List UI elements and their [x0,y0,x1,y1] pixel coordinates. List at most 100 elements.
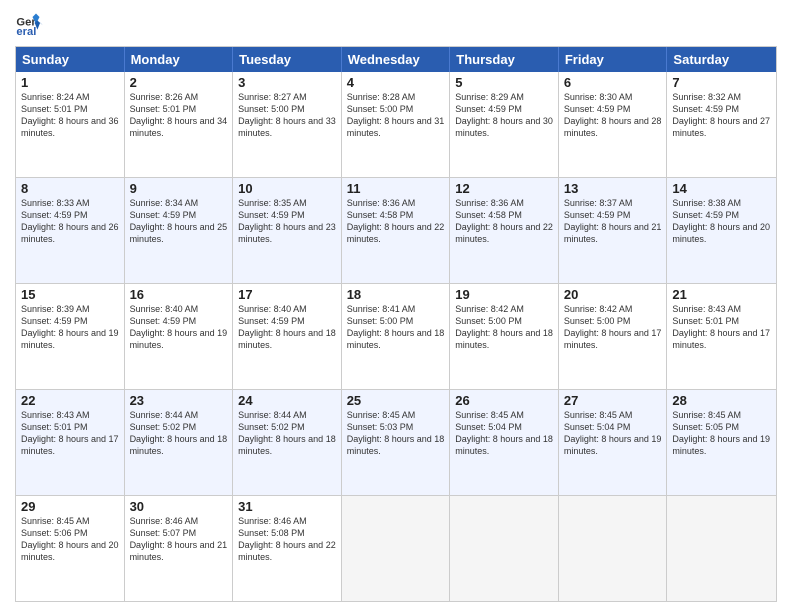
header-day-thursday: Thursday [450,47,559,72]
empty-cell [342,496,451,601]
day-info: Sunrise: 8:36 AMSunset: 4:58 PMDaylight:… [347,197,445,246]
day-number: 29 [21,499,119,514]
day-cell-15: 15 Sunrise: 8:39 AMSunset: 4:59 PMDaylig… [16,284,125,389]
day-cell-24: 24 Sunrise: 8:44 AMSunset: 5:02 PMDaylig… [233,390,342,495]
day-cell-17: 17 Sunrise: 8:40 AMSunset: 4:59 PMDaylig… [233,284,342,389]
day-cell-23: 23 Sunrise: 8:44 AMSunset: 5:02 PMDaylig… [125,390,234,495]
day-number: 14 [672,181,771,196]
day-info: Sunrise: 8:27 AMSunset: 5:00 PMDaylight:… [238,91,336,140]
day-number: 7 [672,75,771,90]
day-info: Sunrise: 8:44 AMSunset: 5:02 PMDaylight:… [130,409,228,458]
day-cell-26: 26 Sunrise: 8:45 AMSunset: 5:04 PMDaylig… [450,390,559,495]
day-cell-5: 5 Sunrise: 8:29 AMSunset: 4:59 PMDayligh… [450,72,559,177]
header-day-sunday: Sunday [16,47,125,72]
day-info: Sunrise: 8:42 AMSunset: 5:00 PMDaylight:… [455,303,553,352]
day-cell-16: 16 Sunrise: 8:40 AMSunset: 4:59 PMDaylig… [125,284,234,389]
logo: Gen eral [15,10,47,38]
day-cell-10: 10 Sunrise: 8:35 AMSunset: 4:59 PMDaylig… [233,178,342,283]
day-info: Sunrise: 8:41 AMSunset: 5:00 PMDaylight:… [347,303,445,352]
day-info: Sunrise: 8:24 AMSunset: 5:01 PMDaylight:… [21,91,119,140]
day-info: Sunrise: 8:46 AMSunset: 5:07 PMDaylight:… [130,515,228,564]
day-info: Sunrise: 8:46 AMSunset: 5:08 PMDaylight:… [238,515,336,564]
day-cell-29: 29 Sunrise: 8:45 AMSunset: 5:06 PMDaylig… [16,496,125,601]
logo-icon: Gen eral [15,10,43,38]
day-number: 24 [238,393,336,408]
calendar: SundayMondayTuesdayWednesdayThursdayFrid… [15,46,777,602]
day-cell-11: 11 Sunrise: 8:36 AMSunset: 4:58 PMDaylig… [342,178,451,283]
day-number: 2 [130,75,228,90]
day-number: 31 [238,499,336,514]
day-cell-7: 7 Sunrise: 8:32 AMSunset: 4:59 PMDayligh… [667,72,776,177]
day-number: 5 [455,75,553,90]
day-info: Sunrise: 8:42 AMSunset: 5:00 PMDaylight:… [564,303,662,352]
day-cell-28: 28 Sunrise: 8:45 AMSunset: 5:05 PMDaylig… [667,390,776,495]
day-info: Sunrise: 8:33 AMSunset: 4:59 PMDaylight:… [21,197,119,246]
day-info: Sunrise: 8:36 AMSunset: 4:58 PMDaylight:… [455,197,553,246]
day-number: 30 [130,499,228,514]
calendar-week-4: 22 Sunrise: 8:43 AMSunset: 5:01 PMDaylig… [16,389,776,495]
day-cell-21: 21 Sunrise: 8:43 AMSunset: 5:01 PMDaylig… [667,284,776,389]
day-number: 13 [564,181,662,196]
day-cell-8: 8 Sunrise: 8:33 AMSunset: 4:59 PMDayligh… [16,178,125,283]
day-cell-13: 13 Sunrise: 8:37 AMSunset: 4:59 PMDaylig… [559,178,668,283]
day-cell-18: 18 Sunrise: 8:41 AMSunset: 5:00 PMDaylig… [342,284,451,389]
empty-cell [450,496,559,601]
day-number: 1 [21,75,119,90]
day-info: Sunrise: 8:45 AMSunset: 5:06 PMDaylight:… [21,515,119,564]
day-number: 9 [130,181,228,196]
day-info: Sunrise: 8:45 AMSunset: 5:05 PMDaylight:… [672,409,771,458]
svg-text:eral: eral [16,26,36,38]
day-cell-2: 2 Sunrise: 8:26 AMSunset: 5:01 PMDayligh… [125,72,234,177]
day-number: 6 [564,75,662,90]
day-info: Sunrise: 8:39 AMSunset: 4:59 PMDaylight:… [21,303,119,352]
day-cell-4: 4 Sunrise: 8:28 AMSunset: 5:00 PMDayligh… [342,72,451,177]
calendar-week-2: 8 Sunrise: 8:33 AMSunset: 4:59 PMDayligh… [16,177,776,283]
day-number: 8 [21,181,119,196]
day-number: 18 [347,287,445,302]
day-number: 12 [455,181,553,196]
day-number: 17 [238,287,336,302]
day-info: Sunrise: 8:38 AMSunset: 4:59 PMDaylight:… [672,197,771,246]
day-cell-27: 27 Sunrise: 8:45 AMSunset: 5:04 PMDaylig… [559,390,668,495]
page: Gen eral SundayMondayTuesdayWednesdayThu… [0,0,792,612]
header-day-wednesday: Wednesday [342,47,451,72]
day-cell-3: 3 Sunrise: 8:27 AMSunset: 5:00 PMDayligh… [233,72,342,177]
day-info: Sunrise: 8:43 AMSunset: 5:01 PMDaylight:… [21,409,119,458]
day-info: Sunrise: 8:28 AMSunset: 5:00 PMDaylight:… [347,91,445,140]
calendar-week-1: 1 Sunrise: 8:24 AMSunset: 5:01 PMDayligh… [16,72,776,177]
day-number: 26 [455,393,553,408]
calendar-week-5: 29 Sunrise: 8:45 AMSunset: 5:06 PMDaylig… [16,495,776,601]
day-info: Sunrise: 8:45 AMSunset: 5:03 PMDaylight:… [347,409,445,458]
day-info: Sunrise: 8:29 AMSunset: 4:59 PMDaylight:… [455,91,553,140]
day-cell-6: 6 Sunrise: 8:30 AMSunset: 4:59 PMDayligh… [559,72,668,177]
day-info: Sunrise: 8:26 AMSunset: 5:01 PMDaylight:… [130,91,228,140]
day-info: Sunrise: 8:35 AMSunset: 4:59 PMDaylight:… [238,197,336,246]
day-info: Sunrise: 8:45 AMSunset: 5:04 PMDaylight:… [564,409,662,458]
day-number: 22 [21,393,119,408]
calendar-week-3: 15 Sunrise: 8:39 AMSunset: 4:59 PMDaylig… [16,283,776,389]
day-number: 21 [672,287,771,302]
day-info: Sunrise: 8:43 AMSunset: 5:01 PMDaylight:… [672,303,771,352]
day-number: 23 [130,393,228,408]
day-number: 15 [21,287,119,302]
day-info: Sunrise: 8:30 AMSunset: 4:59 PMDaylight:… [564,91,662,140]
day-number: 16 [130,287,228,302]
header-day-friday: Friday [559,47,668,72]
day-cell-1: 1 Sunrise: 8:24 AMSunset: 5:01 PMDayligh… [16,72,125,177]
calendar-body: 1 Sunrise: 8:24 AMSunset: 5:01 PMDayligh… [16,72,776,601]
day-cell-20: 20 Sunrise: 8:42 AMSunset: 5:00 PMDaylig… [559,284,668,389]
empty-cell [559,496,668,601]
day-cell-9: 9 Sunrise: 8:34 AMSunset: 4:59 PMDayligh… [125,178,234,283]
day-info: Sunrise: 8:34 AMSunset: 4:59 PMDaylight:… [130,197,228,246]
day-info: Sunrise: 8:45 AMSunset: 5:04 PMDaylight:… [455,409,553,458]
day-number: 20 [564,287,662,302]
day-number: 4 [347,75,445,90]
day-cell-25: 25 Sunrise: 8:45 AMSunset: 5:03 PMDaylig… [342,390,451,495]
day-cell-22: 22 Sunrise: 8:43 AMSunset: 5:01 PMDaylig… [16,390,125,495]
day-number: 28 [672,393,771,408]
header-day-monday: Monday [125,47,234,72]
day-cell-12: 12 Sunrise: 8:36 AMSunset: 4:58 PMDaylig… [450,178,559,283]
day-info: Sunrise: 8:37 AMSunset: 4:59 PMDaylight:… [564,197,662,246]
day-info: Sunrise: 8:32 AMSunset: 4:59 PMDaylight:… [672,91,771,140]
day-cell-14: 14 Sunrise: 8:38 AMSunset: 4:59 PMDaylig… [667,178,776,283]
